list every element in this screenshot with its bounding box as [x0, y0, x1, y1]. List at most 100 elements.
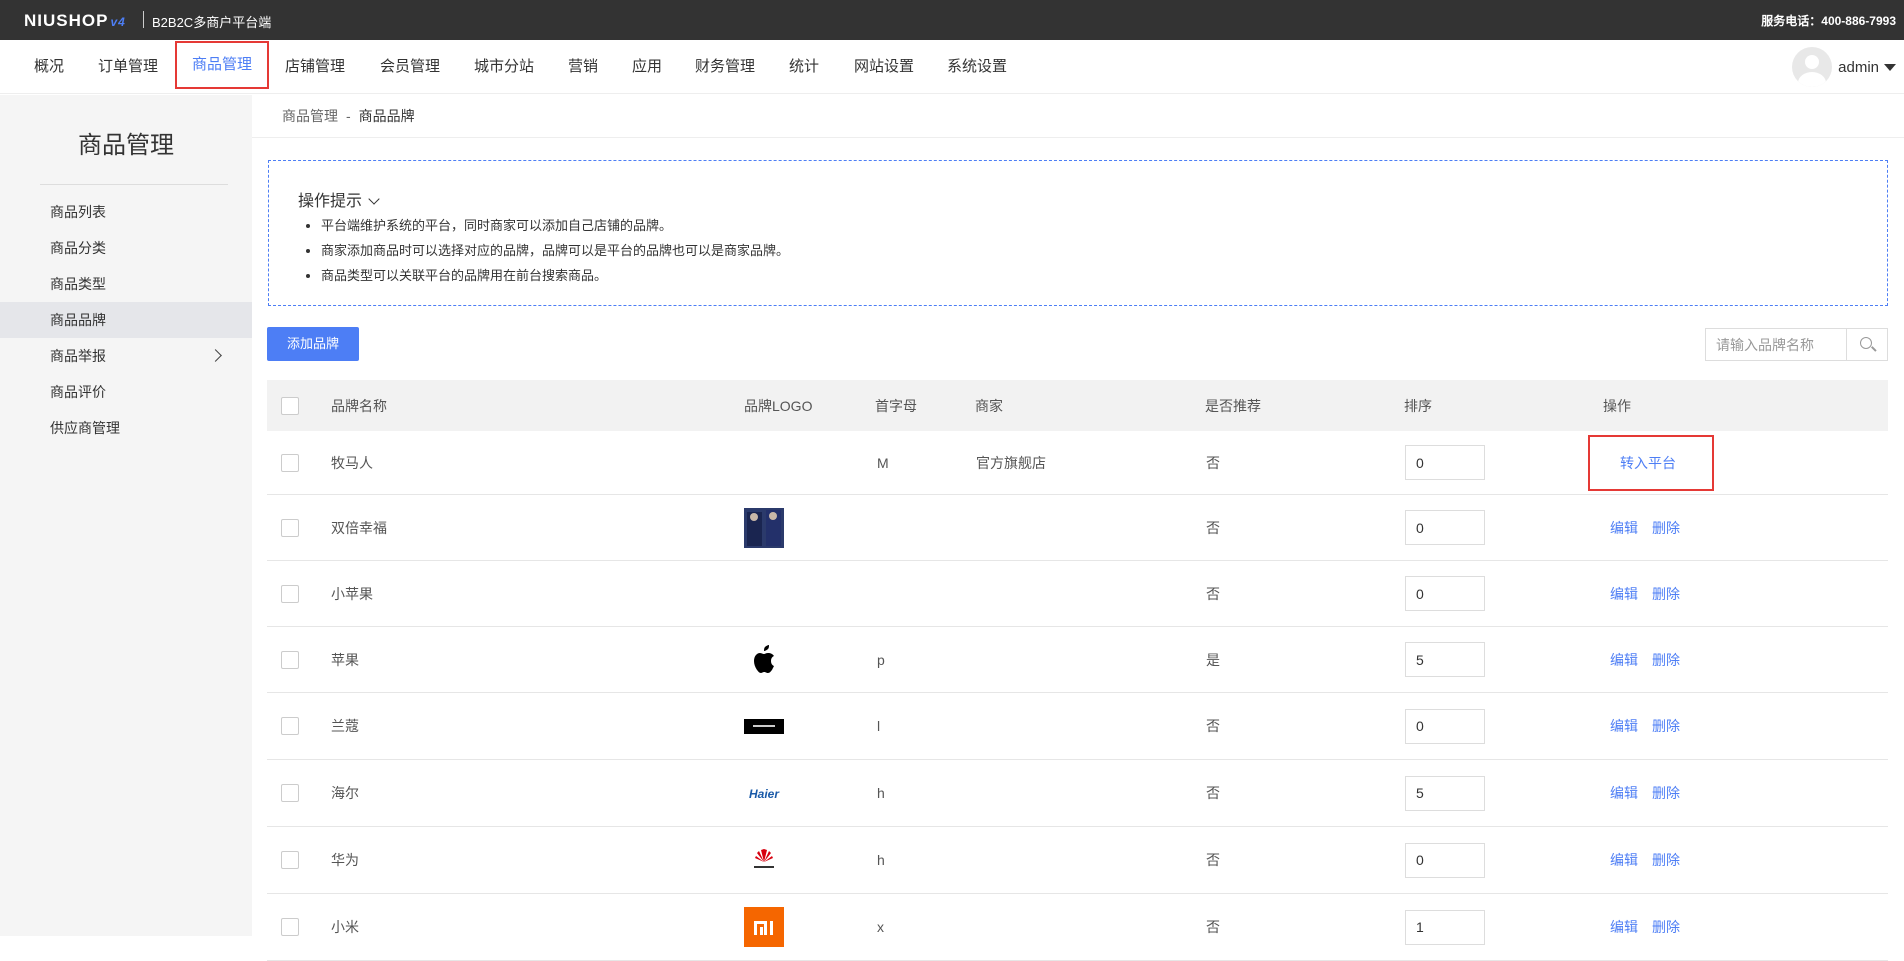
edit-link[interactable]: 编辑: [1610, 584, 1638, 604]
breadcrumb-current: 商品品牌: [358, 108, 415, 124]
edit-link[interactable]: 编辑: [1610, 518, 1638, 538]
row-actions: 转入平台: [1588, 431, 1714, 494]
brand-logo: [744, 827, 784, 893]
user-name: admin: [1838, 58, 1879, 76]
haier-logo: Haier: [749, 787, 780, 801]
delete-link[interactable]: 删除: [1652, 518, 1680, 538]
brand-name: 海尔: [331, 785, 359, 801]
edit-link[interactable]: 编辑: [1610, 783, 1638, 803]
sidebar-item-goods-category[interactable]: 商品分类: [0, 230, 252, 266]
nav-item-apps[interactable]: 应用: [632, 40, 662, 94]
nav-item-system-settings[interactable]: 系统设置: [947, 40, 1007, 94]
nav-item-stats[interactable]: 统计: [789, 40, 819, 94]
row-checkbox[interactable]: [281, 453, 299, 472]
nav-item-finance[interactable]: 财务管理: [695, 40, 755, 94]
nav-item-overview[interactable]: 概况: [34, 40, 64, 94]
recommend-status: 否: [1206, 519, 1220, 536]
select-all-checkbox[interactable]: [281, 396, 299, 415]
table-body: 牧马人M官方旗舰店否转入平台双倍幸福否编辑删除小苹果否编辑删除苹果p是编辑删除兰…: [267, 431, 1888, 961]
first-letter: h: [877, 852, 885, 868]
first-letter: x: [877, 919, 884, 935]
nav-item-marketing[interactable]: 营销: [568, 40, 598, 94]
recommend-status: 否: [1206, 454, 1220, 471]
sidebar-item-goods-list[interactable]: 商品列表: [0, 194, 252, 230]
breadcrumb-parent[interactable]: 商品管理: [282, 108, 338, 124]
row-checkbox[interactable]: [281, 918, 299, 936]
operation-tips: 操作提示 平台端维护系统的平台，同时商家可以添加自己店铺的品牌。 商家添加商品时…: [268, 160, 1888, 306]
delete-link[interactable]: 删除: [1652, 650, 1680, 670]
search-button[interactable]: [1846, 329, 1887, 360]
header-brand-name: 品牌名称: [331, 397, 387, 414]
sort-input[interactable]: [1405, 642, 1485, 677]
tips-toggle[interactable]: 操作提示: [298, 187, 380, 211]
edit-link[interactable]: 编辑: [1610, 917, 1638, 937]
sort-input[interactable]: [1405, 909, 1485, 945]
breadcrumb-separator: -: [346, 108, 351, 124]
row-checkbox[interactable]: [281, 584, 299, 603]
user-menu[interactable]: admin: [1792, 47, 1896, 87]
service-phone: 服务电话：400-886-7993: [1761, 14, 1896, 28]
sidebar-item-goods-type[interactable]: 商品类型: [0, 266, 252, 302]
sort-input[interactable]: [1405, 445, 1485, 480]
delete-link[interactable]: 删除: [1652, 783, 1680, 803]
nav-item-site-settings[interactable]: 网站设置: [854, 40, 914, 94]
chevron-right-icon: [209, 349, 222, 362]
add-brand-button[interactable]: 添加品牌: [267, 327, 359, 361]
sidebar-item-supplier[interactable]: 供应商管理: [0, 410, 252, 446]
top-bar: NIUSHOP v4 B2B2C多商户平台端 服务电话：400-886-7993: [0, 0, 1904, 40]
nav-item-orders[interactable]: 订单管理: [98, 40, 158, 94]
table-row: 牧马人 M 官方旗舰店 否 转入平台: [267, 431, 1888, 495]
edit-link[interactable]: 编辑: [1610, 850, 1638, 870]
table-row: 小苹果 否 编辑删除: [267, 561, 1888, 627]
tip-line: 商家添加商品时可以选择对应的品牌，品牌可以是平台的品牌也可以是商家品牌。: [321, 238, 789, 263]
mi-logo: [744, 907, 784, 947]
tips-title: 操作提示: [298, 193, 363, 210]
header-sort: 排序: [1404, 397, 1432, 414]
brand-logo: [744, 894, 784, 960]
sort-input[interactable]: [1405, 842, 1485, 878]
delete-link[interactable]: 删除: [1652, 850, 1680, 870]
transfer-to-platform-link[interactable]: 转入平台: [1620, 453, 1676, 473]
main-nav: 概况 订单管理 商品管理 店铺管理 会员管理 城市分站 营销 应用 财务管理 统…: [0, 40, 1904, 94]
nav-item-shops[interactable]: 店铺管理: [285, 40, 345, 94]
row-actions: 编辑 删除: [1610, 561, 1694, 626]
delete-link[interactable]: 删除: [1652, 917, 1680, 937]
sort-input[interactable]: [1405, 775, 1485, 811]
row-checkbox[interactable]: [281, 518, 299, 537]
first-letter: p: [877, 651, 885, 668]
row-actions: 编辑 删除: [1610, 894, 1694, 960]
tips-list: 平台端维护系统的平台，同时商家可以添加自己店铺的品牌。 商家添加商品时可以选择对…: [321, 213, 789, 288]
sidebar-item-goods-report[interactable]: 商品举报: [0, 338, 252, 374]
sort-input[interactable]: [1405, 576, 1485, 611]
brand-logo: Haier: [744, 760, 784, 826]
search-input[interactable]: [1706, 329, 1846, 360]
sidebar-item-goods-review[interactable]: 商品评价: [0, 374, 252, 410]
row-actions: 编辑 删除: [1610, 627, 1694, 692]
brand-name: 小苹果: [331, 585, 373, 602]
brand-name: 华为: [331, 852, 359, 868]
table-row: 兰蔻 l 否 编辑删除: [267, 693, 1888, 760]
nav-item-goods[interactable]: 商品管理: [175, 41, 269, 89]
edit-link[interactable]: 编辑: [1610, 650, 1638, 670]
table-row: 海尔 Haier h 否 编辑删除: [267, 760, 1888, 827]
sidebar-item-goods-brand[interactable]: 商品品牌: [0, 302, 252, 338]
table-row: 双倍幸福 否 编辑删除: [267, 495, 1888, 561]
row-checkbox[interactable]: [281, 650, 299, 669]
row-checkbox[interactable]: [281, 784, 299, 802]
brand-name: 兰蔻: [331, 718, 359, 734]
row-actions: 编辑 删除: [1610, 693, 1694, 759]
row-checkbox[interactable]: [281, 851, 299, 869]
delete-link[interactable]: 删除: [1652, 716, 1680, 736]
sidebar-item-label: 商品举报: [50, 348, 106, 364]
sort-input[interactable]: [1405, 510, 1485, 545]
delete-link[interactable]: 删除: [1652, 584, 1680, 604]
row-checkbox[interactable]: [281, 717, 299, 735]
sort-input[interactable]: [1405, 708, 1485, 744]
nav-item-city[interactable]: 城市分站: [474, 40, 534, 94]
edit-link[interactable]: 编辑: [1610, 716, 1638, 736]
header-recommend: 是否推荐: [1205, 397, 1261, 414]
table-row: 苹果 p 是 编辑删除: [267, 627, 1888, 693]
table-row: 华为 h 否 编辑删除: [267, 827, 1888, 894]
nav-item-members[interactable]: 会员管理: [380, 40, 440, 94]
table-row: 小米 x 否 编辑删除: [267, 894, 1888, 961]
